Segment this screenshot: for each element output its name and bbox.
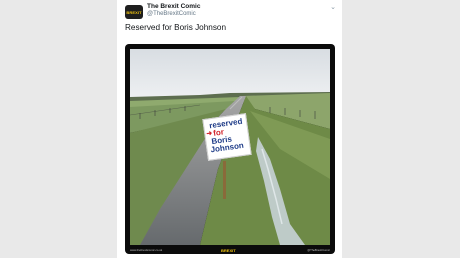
reserved-sign: reserved ➜ for Boris Johnson bbox=[202, 113, 252, 161]
chevron-down-icon[interactable]: ⌄ bbox=[330, 3, 336, 11]
tweet-card: BREXIT The Brexit Comic @TheBrexitComic … bbox=[117, 0, 342, 258]
user-handle[interactable]: @TheBrexitComic bbox=[147, 11, 196, 17]
tweet-image[interactable]: reserved ➜ for Boris Johnson www.thebrex… bbox=[125, 44, 335, 254]
image-footer-logo: BREXIT bbox=[221, 248, 236, 253]
tweet-text: Reserved for Boris Johnson bbox=[125, 23, 227, 32]
avatar[interactable]: BREXIT bbox=[125, 5, 143, 19]
display-name[interactable]: The Brexit Comic bbox=[147, 3, 200, 10]
image-footer-handle: @TheBrexitComic bbox=[307, 248, 330, 252]
avatar-label: BREXIT bbox=[126, 9, 142, 15]
image-footer-url: www.thebrexitcomic.co.uk bbox=[130, 248, 163, 252]
